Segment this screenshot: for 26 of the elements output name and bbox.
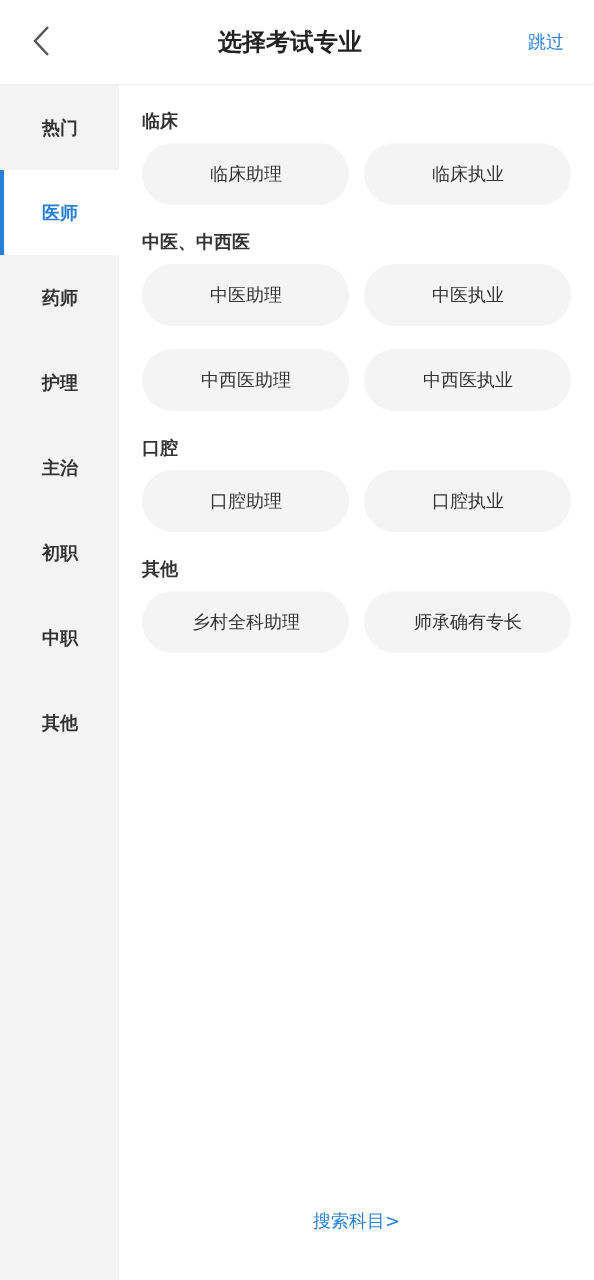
sidebar-item[interactable]: 医师 bbox=[0, 170, 119, 255]
specialty-option[interactable]: 师承确有专长 bbox=[364, 591, 571, 653]
search-subjects-link[interactable]: 搜索科目> bbox=[306, 1208, 407, 1234]
specialty-option[interactable]: 临床助理 bbox=[142, 143, 349, 205]
skip-link[interactable]: 跳过 bbox=[528, 30, 564, 54]
sidebar-item[interactable]: 其他 bbox=[0, 680, 119, 765]
sidebar-item[interactable]: 药师 bbox=[0, 255, 119, 340]
specialty-option[interactable]: 乡村全科助理 bbox=[142, 591, 349, 653]
specialty-option[interactable]: 口腔助理 bbox=[142, 470, 349, 532]
section-title: 临床 bbox=[142, 109, 179, 133]
page-title: 选择考试专业 bbox=[218, 27, 362, 58]
specialty-option[interactable]: 中医执业 bbox=[364, 264, 571, 326]
back-icon bbox=[32, 25, 50, 57]
specialty-option[interactable]: 中西医执业 bbox=[364, 349, 571, 411]
sidebar-item[interactable]: 护理 bbox=[0, 340, 119, 425]
section-title: 口腔 bbox=[142, 436, 179, 460]
sidebar-item[interactable]: 中职 bbox=[0, 595, 119, 680]
sidebar-item[interactable]: 初职 bbox=[0, 510, 119, 595]
specialty-option[interactable]: 中医助理 bbox=[142, 264, 349, 326]
sidebar-item[interactable]: 主治 bbox=[0, 425, 119, 510]
section-title: 中医、中西医 bbox=[142, 230, 251, 254]
specialty-option[interactable]: 口腔执业 bbox=[364, 470, 571, 532]
section-title: 其他 bbox=[142, 557, 179, 581]
sidebar-item[interactable]: 热门 bbox=[0, 85, 119, 170]
specialty-option[interactable]: 中西医助理 bbox=[142, 349, 349, 411]
specialty-option[interactable]: 临床执业 bbox=[364, 143, 571, 205]
